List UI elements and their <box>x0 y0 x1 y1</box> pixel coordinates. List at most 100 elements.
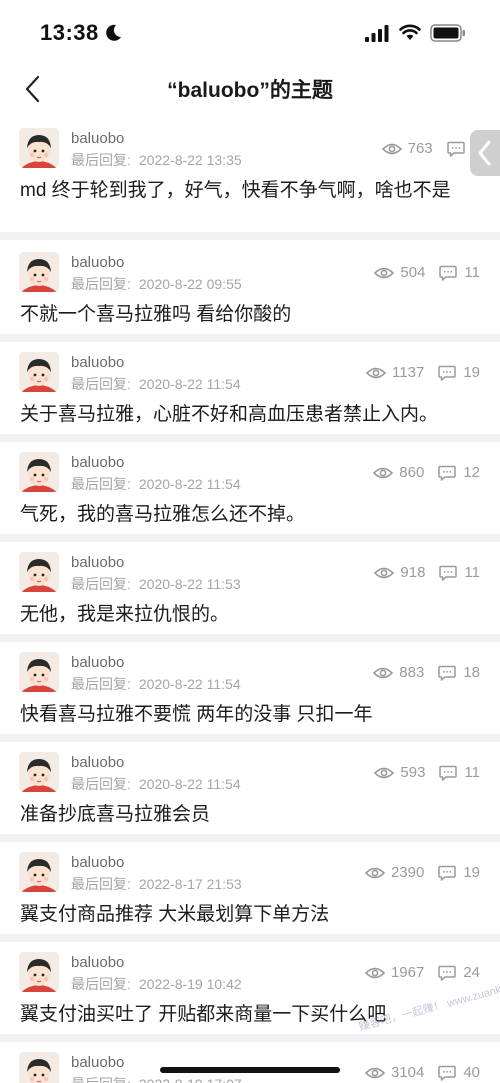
nav-bar: “baluobo”的主题 <box>0 62 500 118</box>
reply-label: 最后回复: <box>71 376 131 392</box>
thread-author: baluobo <box>71 354 125 371</box>
comment-icon <box>439 265 458 281</box>
reply-time: 2020-8-22 09:55 <box>138 276 242 292</box>
comment-icon <box>438 965 457 981</box>
thread-author: baluobo <box>71 954 125 971</box>
avatar[interactable] <box>19 128 59 168</box>
thread-title[interactable]: 不就一个喜马拉雅吗 看给你酸的 <box>20 302 476 327</box>
list-separator <box>0 734 500 742</box>
view-count: 1137 <box>392 364 425 381</box>
eye-icon <box>381 143 402 154</box>
reply-time: 2022-8-17 21:53 <box>138 876 242 892</box>
reply-time: 2022-8-19 10:42 <box>138 976 242 992</box>
eye-icon <box>366 367 387 378</box>
comment-icon <box>446 141 465 157</box>
thread-item[interactable]: baluobo 最后回复: 2020-8-22 11:54 883 18 快看喜马… <box>0 642 500 734</box>
thread-title[interactable]: md 终于轮到我了，好气，快看不争气啊，啥也不是 <box>20 178 476 203</box>
thread-title[interactable]: 快看喜马拉雅不要慌 两年的没事 只扣一年 <box>20 702 476 727</box>
side-handle[interactable] <box>470 130 500 176</box>
thread-item[interactable]: baluobo 最后回复: 2022-8-19 10:42 1967 24 翼支付… <box>0 942 500 1034</box>
eye-icon <box>374 767 395 778</box>
list-separator <box>0 232 500 240</box>
comment-icon <box>438 365 457 381</box>
reply-label: 最后回复: <box>71 676 131 692</box>
thread-item[interactable]: baluobo 最后回复: 2020-8-22 11:54 1137 19 关于喜… <box>0 342 500 434</box>
thread-title[interactable]: 翼支付商品推荐 大米最划算下单方法 <box>20 902 476 927</box>
thread-stats: 1967 24 <box>364 964 480 981</box>
eye-icon <box>364 967 385 978</box>
eye-icon <box>374 567 395 578</box>
thread-item[interactable]: baluobo 最后回复: 2020-8-22 09:55 504 11 不就一个… <box>0 242 500 334</box>
list-separator <box>0 1034 500 1042</box>
reply-label: 最后回复: <box>71 976 131 992</box>
view-count: 763 <box>407 140 433 157</box>
comment-count: 11 <box>464 264 480 281</box>
reply-label: 最后回复: <box>71 152 131 168</box>
thread-title[interactable]: 气死，我的喜马拉雅怎么还不掉。 <box>20 502 476 527</box>
home-indicator <box>160 1067 340 1073</box>
reply-time: 2022-8-22 13:35 <box>138 152 242 168</box>
thread-reply-meta: 最后回复: 2020-8-22 11:54 <box>71 674 241 694</box>
thread-reply-meta: 最后回复: 2022-8-19 17:07 <box>71 1074 242 1083</box>
thread-stats: 860 12 <box>373 464 480 481</box>
thread-item[interactable]: baluobo 最后回复: 2022-8-22 13:35 763 1 md 终于… <box>0 118 500 232</box>
comment-count: 11 <box>464 564 480 581</box>
avatar[interactable] <box>19 952 59 992</box>
thread-reply-meta: 最后回复: 2022-8-22 13:35 <box>71 150 242 170</box>
list-separator <box>0 334 500 342</box>
reply-time: 2022-8-19 17:07 <box>139 1076 242 1083</box>
thread-item[interactable]: baluobo 最后回复: 2022-8-19 17:07 3104 40 <box>0 1042 500 1083</box>
thread-stats: 3104 40 <box>364 1064 480 1081</box>
thread-stats: 763 1 <box>381 140 480 157</box>
thread-title[interactable]: 无他，我是来拉仇恨的。 <box>20 602 476 627</box>
thread-author: baluobo <box>71 654 125 671</box>
reply-label: 最后回复: <box>71 1076 131 1083</box>
thread-author: baluobo <box>71 554 125 571</box>
list-separator <box>0 434 500 442</box>
avatar[interactable] <box>19 352 59 392</box>
comment-icon <box>438 465 457 481</box>
view-count: 860 <box>399 464 425 481</box>
thread-title[interactable]: 关于喜马拉雅，心脏不好和高血压患者禁止入内。 <box>20 402 476 427</box>
thread-reply-meta: 最后回复: 2020-8-22 09:55 <box>71 274 242 294</box>
thread-author: baluobo <box>71 254 125 271</box>
comment-icon <box>438 665 457 681</box>
comment-count: 40 <box>463 1064 480 1081</box>
moon-icon <box>106 24 121 41</box>
thread-item[interactable]: baluobo 最后回复: 2020-8-22 11:53 918 11 无他，我… <box>0 542 500 634</box>
view-count: 883 <box>399 664 425 681</box>
reply-time: 2020-8-22 11:54 <box>138 676 241 692</box>
side-handle-icon <box>478 140 491 166</box>
view-count: 918 <box>400 564 426 581</box>
avatar[interactable] <box>19 1052 59 1083</box>
view-count: 3104 <box>390 1064 425 1081</box>
reply-time: 2020-8-22 11:54 <box>138 376 241 392</box>
avatar[interactable] <box>19 752 59 792</box>
status-bar: 13:38 <box>0 0 500 62</box>
list-separator <box>0 634 500 642</box>
thread-item[interactable]: baluobo 最后回复: 2020-8-22 11:54 860 12 气死，我… <box>0 442 500 534</box>
battery-icon <box>430 24 465 42</box>
thread-item[interactable]: baluobo 最后回复: 2022-8-17 21:53 2390 19 翼支付… <box>0 842 500 934</box>
avatar[interactable] <box>19 252 59 292</box>
comment-icon <box>438 865 457 881</box>
list-separator <box>0 834 500 842</box>
thread-author: baluobo <box>71 854 125 871</box>
avatar[interactable] <box>19 552 59 592</box>
thread-item[interactable]: baluobo 最后回复: 2020-8-22 11:54 593 11 准备抄底… <box>0 742 500 834</box>
wifi-icon <box>399 24 421 40</box>
comment-count: 19 <box>463 864 480 881</box>
avatar[interactable] <box>19 452 59 492</box>
comment-count: 24 <box>463 964 480 981</box>
thread-title[interactable]: 准备抄底喜马拉雅会员 <box>20 802 476 827</box>
reply-time: 2020-8-22 11:54 <box>138 776 241 792</box>
comment-count: 11 <box>464 764 480 781</box>
avatar[interactable] <box>19 652 59 692</box>
reply-label: 最后回复: <box>71 476 131 492</box>
page-title: “baluobo”的主题 <box>167 79 333 102</box>
comment-count: 18 <box>463 664 480 681</box>
thread-reply-meta: 最后回复: 2020-8-22 11:54 <box>71 474 241 494</box>
avatar[interactable] <box>19 852 59 892</box>
thread-reply-meta: 最后回复: 2020-8-22 11:53 <box>71 574 241 594</box>
eye-icon <box>373 467 394 478</box>
